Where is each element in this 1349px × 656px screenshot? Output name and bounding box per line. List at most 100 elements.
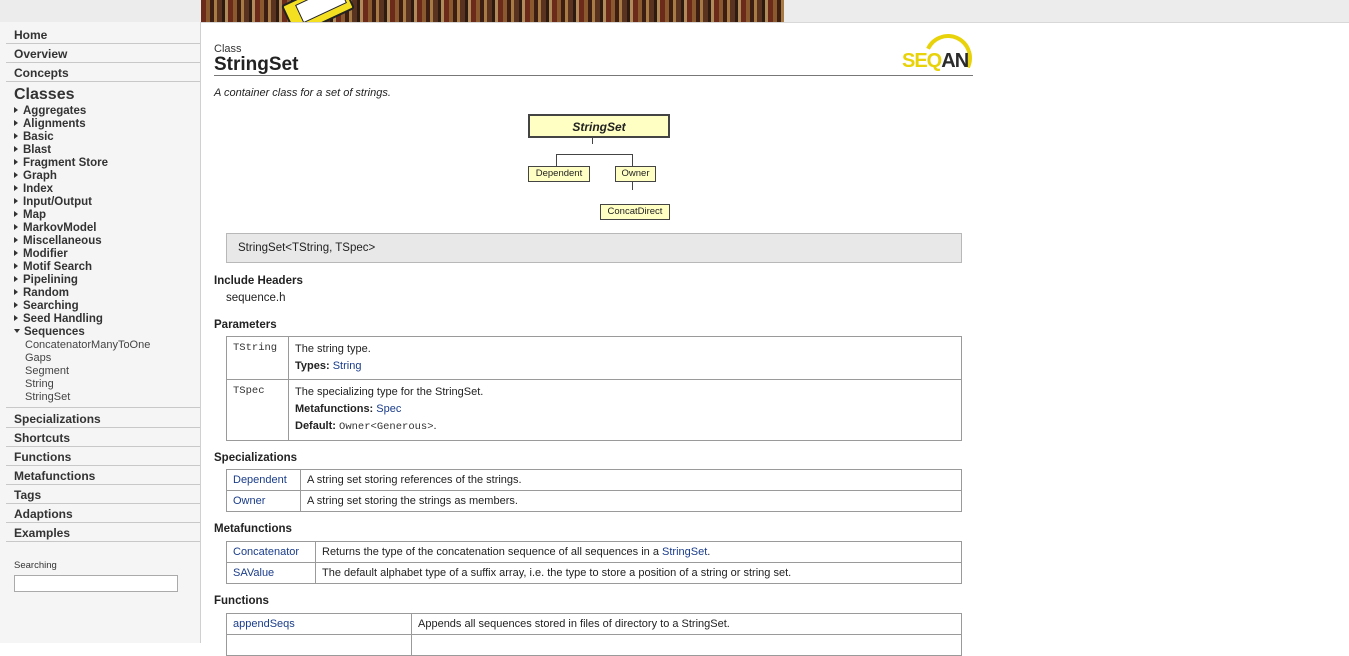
table-row: Owner A string set storing the strings a… <box>226 490 962 512</box>
category-basic[interactable]: Basic <box>14 131 200 144</box>
nav-adaptions[interactable]: Adaptions <box>6 504 200 523</box>
category-random[interactable]: Random <box>14 287 200 300</box>
metafunctions-table: Concatenator Returns the type of the con… <box>226 541 962 584</box>
parameters-table: TString The string type. Types: String T… <box>226 336 962 441</box>
diagram-node-concatdirect[interactable]: ConcatDirect <box>600 204 670 220</box>
param-name: TSpec <box>226 379 289 441</box>
search-input[interactable] <box>14 575 178 592</box>
category-searching[interactable]: Searching <box>14 300 200 313</box>
functions-table: appendSeqs Appends all sequences stored … <box>226 613 962 656</box>
param-name: TString <box>226 336 289 380</box>
class-summary: A container class for a set of strings. <box>214 87 391 99</box>
category-motif-search[interactable]: Motif Search <box>14 261 200 274</box>
category-fragment-store[interactable]: Fragment Store <box>14 157 200 170</box>
category-miscellaneous[interactable]: Miscellaneous <box>14 235 200 248</box>
sidebar: Home Overview Concepts Classes Aggregate… <box>0 22 201 643</box>
functions-heading: Functions <box>214 595 269 607</box>
category-blast[interactable]: Blast <box>14 144 200 157</box>
nav-home[interactable]: Home <box>6 25 200 44</box>
title-divider <box>214 75 973 76</box>
triangle-right-icon <box>14 146 18 152</box>
link-concatenator[interactable]: Concatenator <box>233 546 299 558</box>
nav-tags[interactable]: Tags <box>6 485 200 504</box>
nav-concepts[interactable]: Concepts <box>6 63 200 82</box>
triangle-right-icon <box>14 159 18 165</box>
metafunctions-heading: Metafunctions <box>214 523 292 535</box>
nav-metafunctions[interactable]: Metafunctions <box>6 466 200 485</box>
category-index[interactable]: Index <box>14 183 200 196</box>
category-input-output[interactable]: Input/Output <box>14 196 200 209</box>
triangle-right-icon <box>14 120 18 126</box>
link-string[interactable]: String <box>333 360 362 372</box>
table-row: Dependent A string set storing reference… <box>226 469 962 491</box>
triangle-right-icon <box>14 133 18 139</box>
category-graph[interactable]: Graph <box>14 170 200 183</box>
link-dependent[interactable]: Dependent <box>233 474 287 486</box>
triangle-right-icon <box>14 198 18 204</box>
category-aggregates[interactable]: Aggregates <box>14 105 200 118</box>
class-stringset[interactable]: StringSet <box>25 391 200 404</box>
header-banner-image <box>201 0 784 22</box>
diagram-edge <box>632 182 633 190</box>
table-row: TSpec The specializing type for the Stri… <box>226 379 962 441</box>
table-row: SAValue The default alphabet type of a s… <box>226 562 962 584</box>
link-spec[interactable]: Spec <box>376 403 401 415</box>
seqan-logo: SEQAN <box>900 27 979 89</box>
category-pipelining[interactable]: Pipelining <box>14 274 200 287</box>
nav-classes-heading[interactable]: Classes <box>14 86 200 104</box>
class-signature: StringSet<TString, TSpec> <box>226 233 962 263</box>
link-appendseqs[interactable]: appendSeqs <box>233 618 295 630</box>
diagram-edge <box>632 154 633 166</box>
category-markovmodel[interactable]: MarkovModel <box>14 222 200 235</box>
table-row: appendSeqs Appends all sequences stored … <box>226 613 962 635</box>
triangle-right-icon <box>14 250 18 256</box>
classes-category-list: Aggregates Alignments Basic Blast Fragme… <box>6 105 200 408</box>
nav-examples[interactable]: Examples <box>6 523 200 542</box>
page-title: StringSet <box>214 54 299 75</box>
category-alignments[interactable]: Alignments <box>14 118 200 131</box>
diagram-edge <box>556 154 557 166</box>
link-stringset[interactable]: StringSet <box>662 546 707 558</box>
param-desc: The string type. Types: String <box>288 336 962 380</box>
specializations-table: Dependent A string set storing reference… <box>226 469 962 512</box>
link-savalue[interactable]: SAValue <box>233 567 274 579</box>
class-segment[interactable]: Segment <box>25 365 200 378</box>
table-row: TString The string type. Types: String <box>226 336 962 380</box>
main-content: Class StringSet SEQAN A container class … <box>214 22 979 656</box>
parameters-heading: Parameters <box>214 319 277 331</box>
nav-functions[interactable]: Functions <box>6 447 200 466</box>
inheritance-diagram: StringSet Dependent Owner ConcatDirect <box>214 112 974 222</box>
triangle-down-icon <box>14 329 20 333</box>
nav-overview[interactable]: Overview <box>6 44 200 63</box>
triangle-right-icon <box>14 263 18 269</box>
category-map[interactable]: Map <box>14 209 200 222</box>
class-concatenator-many-to-one[interactable]: ConcatenatorManyToOne <box>25 339 200 352</box>
triangle-right-icon <box>14 107 18 113</box>
triangle-right-icon <box>14 302 18 308</box>
link-owner[interactable]: Owner <box>233 495 265 507</box>
diagram-node-dependent[interactable]: Dependent <box>528 166 590 182</box>
category-sequences[interactable]: Sequences <box>14 326 200 339</box>
class-gaps[interactable]: Gaps <box>25 352 200 365</box>
include-headers-heading: Include Headers <box>214 275 303 287</box>
triangle-right-icon <box>14 276 18 282</box>
triangle-right-icon <box>14 185 18 191</box>
class-string[interactable]: String <box>25 378 200 391</box>
search-label: Searching <box>14 560 57 571</box>
triangle-right-icon <box>14 315 18 321</box>
category-modifier[interactable]: Modifier <box>14 248 200 261</box>
diagram-node-stringset[interactable]: StringSet <box>528 114 670 138</box>
triangle-right-icon <box>14 237 18 243</box>
table-row: Concatenator Returns the type of the con… <box>226 541 962 563</box>
diagram-node-owner[interactable]: Owner <box>615 166 656 182</box>
specializations-heading: Specializations <box>214 452 298 464</box>
nav-specializations[interactable]: Specializations <box>6 409 200 428</box>
diagram-edge <box>556 154 632 155</box>
triangle-right-icon <box>14 224 18 230</box>
nav-shortcuts[interactable]: Shortcuts <box>6 428 200 447</box>
triangle-right-icon <box>14 172 18 178</box>
table-row <box>226 634 962 656</box>
param-desc: The specializing type for the StringSet.… <box>288 379 962 441</box>
category-seed-handling[interactable]: Seed Handling <box>14 313 200 326</box>
diagram-edge <box>592 138 593 144</box>
